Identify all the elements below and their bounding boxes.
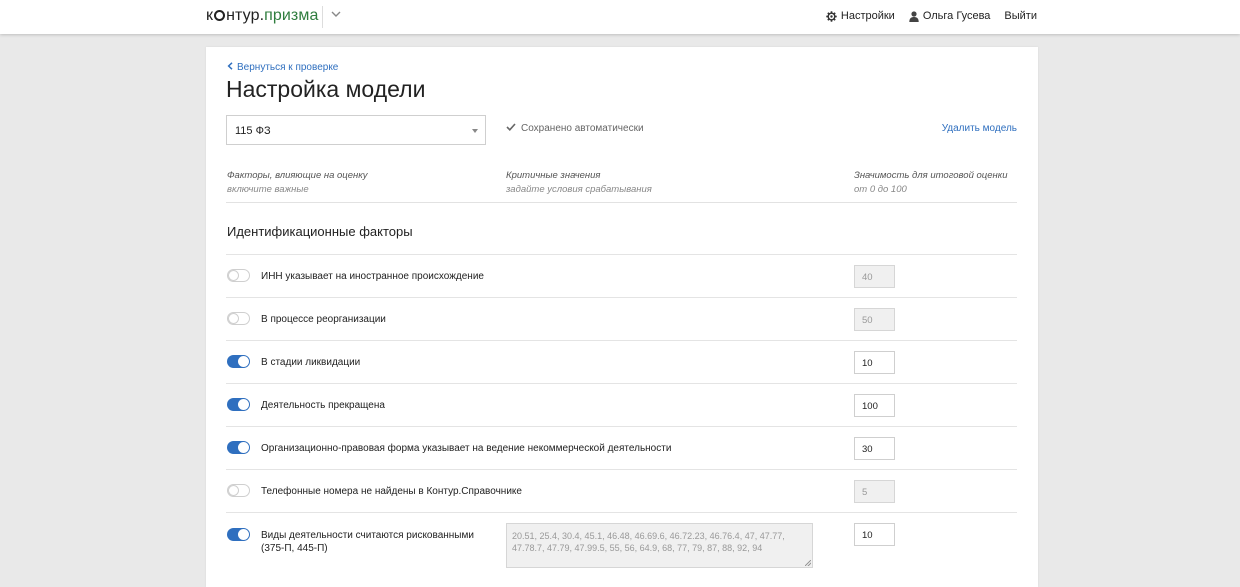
weight-input[interactable]: 10 [854, 351, 895, 374]
user-icon [909, 10, 919, 22]
column-hint: включите важные [227, 184, 309, 195]
toggle-knob [238, 399, 249, 410]
top-links: Настройки Ольга Гусева Выйти [826, 10, 1037, 22]
toggle-knob [238, 529, 249, 540]
factor-label: Деятельность прекращена [261, 400, 385, 411]
model-select-value: 115 ФЗ [235, 125, 271, 137]
settings-label: Настройки [840, 10, 895, 22]
saved-status: Сохранено автоматически [506, 123, 644, 134]
weight-input[interactable]: 50 [854, 308, 895, 331]
logout-label: Выйти [1004, 10, 1037, 22]
page-title: Настройка модели [226, 76, 426, 102]
user-name: Ольга Гусева [922, 10, 991, 22]
toggle-knob [228, 313, 239, 324]
critical-values-textarea[interactable]: 20.51, 25.4, 30.4, 45.1, 46.48, 46.69.6,… [506, 523, 813, 568]
column-header-critical: Критичные значения задайте условия сраба… [506, 169, 652, 197]
top-bar: к нтур.призма Настройки Ольга Гусева Вый… [0, 0, 1240, 34]
factor-toggle[interactable] [227, 355, 250, 368]
model-select[interactable]: 115 ФЗ [226, 115, 486, 145]
factor-toggle[interactable] [227, 528, 250, 541]
back-label: Вернуться к проверке [237, 62, 339, 73]
factor-row: ИНН указывает на иностранное происхожден… [226, 254, 1017, 297]
factor-toggle[interactable] [227, 312, 250, 325]
chevron-left-icon [227, 62, 233, 73]
column-title: Факторы, влияющие на оценку [227, 170, 368, 181]
gear-icon [826, 10, 837, 22]
column-title: Значимость для итоговой оценки [854, 170, 1008, 181]
factor-label: В процессе реорганизации [261, 314, 386, 325]
column-header-weight: Значимость для итоговой оценки от 0 до 1… [854, 169, 1008, 197]
user-menu[interactable]: Ольга Гусева [909, 10, 991, 22]
factor-row: Деятельность прекращена 100 [226, 383, 1017, 426]
column-hint: задайте условия срабатывания [506, 184, 652, 195]
weight-input[interactable]: 30 [854, 437, 895, 460]
logo-brand-end: нтур [226, 7, 260, 24]
saved-status-text: Сохранено автоматически [521, 123, 644, 134]
logo-brand-start: к [206, 7, 214, 24]
factor-label: Организационно-правовая форма указывает … [261, 443, 672, 454]
factor-toggle[interactable] [227, 441, 250, 454]
resize-handle-icon[interactable] [805, 560, 811, 566]
dropdown-arrow-icon [472, 129, 478, 133]
factor-label: Виды деятельности считаются рискованными… [261, 530, 474, 554]
column-header-factors: Факторы, влияющие на оценку включите важ… [227, 169, 367, 197]
checkmark-icon [506, 123, 516, 134]
factor-label: ИНН указывает на иностранное происхожден… [261, 271, 484, 282]
weight-input[interactable]: 10 [854, 523, 895, 546]
factor-toggle[interactable] [227, 269, 250, 282]
logo-product: призма [264, 7, 319, 24]
factor-row: Виды деятельности считаются рискованными… [226, 512, 1017, 572]
logo[interactable]: к нтур.призма [206, 7, 318, 25]
weight-input[interactable]: 5 [854, 480, 895, 503]
header-divider [226, 202, 1017, 203]
factor-label: В стадии ликвидации [261, 357, 361, 368]
factor-toggle[interactable] [227, 398, 250, 411]
logo-o-icon [214, 10, 226, 21]
toggle-knob [238, 356, 249, 367]
logout-link[interactable]: Выйти [1004, 10, 1037, 22]
section-title: Идентификационные факторы [227, 224, 413, 239]
toggle-knob [238, 442, 249, 453]
back-link[interactable]: Вернуться к проверке [227, 62, 338, 73]
chevron-down-icon[interactable] [331, 10, 341, 18]
column-title: Критичные значения [506, 170, 601, 181]
toggle-knob [228, 270, 239, 281]
settings-link[interactable]: Настройки [826, 10, 895, 22]
factor-toggle[interactable] [227, 484, 250, 497]
toggle-knob [228, 485, 239, 496]
column-hint: от 0 до 100 [854, 184, 907, 195]
factor-row: Телефонные номера не найдены в Контур.Сп… [226, 469, 1017, 512]
factor-row: В стадии ликвидации 10 [226, 340, 1017, 383]
weight-input[interactable]: 100 [854, 394, 895, 417]
critical-values-text: 20.51, 25.4, 30.4, 45.1, 46.48, 46.69.6,… [512, 531, 785, 553]
factor-row: Организационно-правовая форма указывает … [226, 426, 1017, 469]
delete-model-link[interactable]: Удалить модель [942, 123, 1017, 134]
logo-divider [322, 6, 323, 28]
factor-row: В процессе реорганизации 50 [226, 297, 1017, 340]
weight-input[interactable]: 40 [854, 265, 895, 288]
factor-label: Телефонные номера не найдены в Контур.Сп… [261, 486, 522, 497]
